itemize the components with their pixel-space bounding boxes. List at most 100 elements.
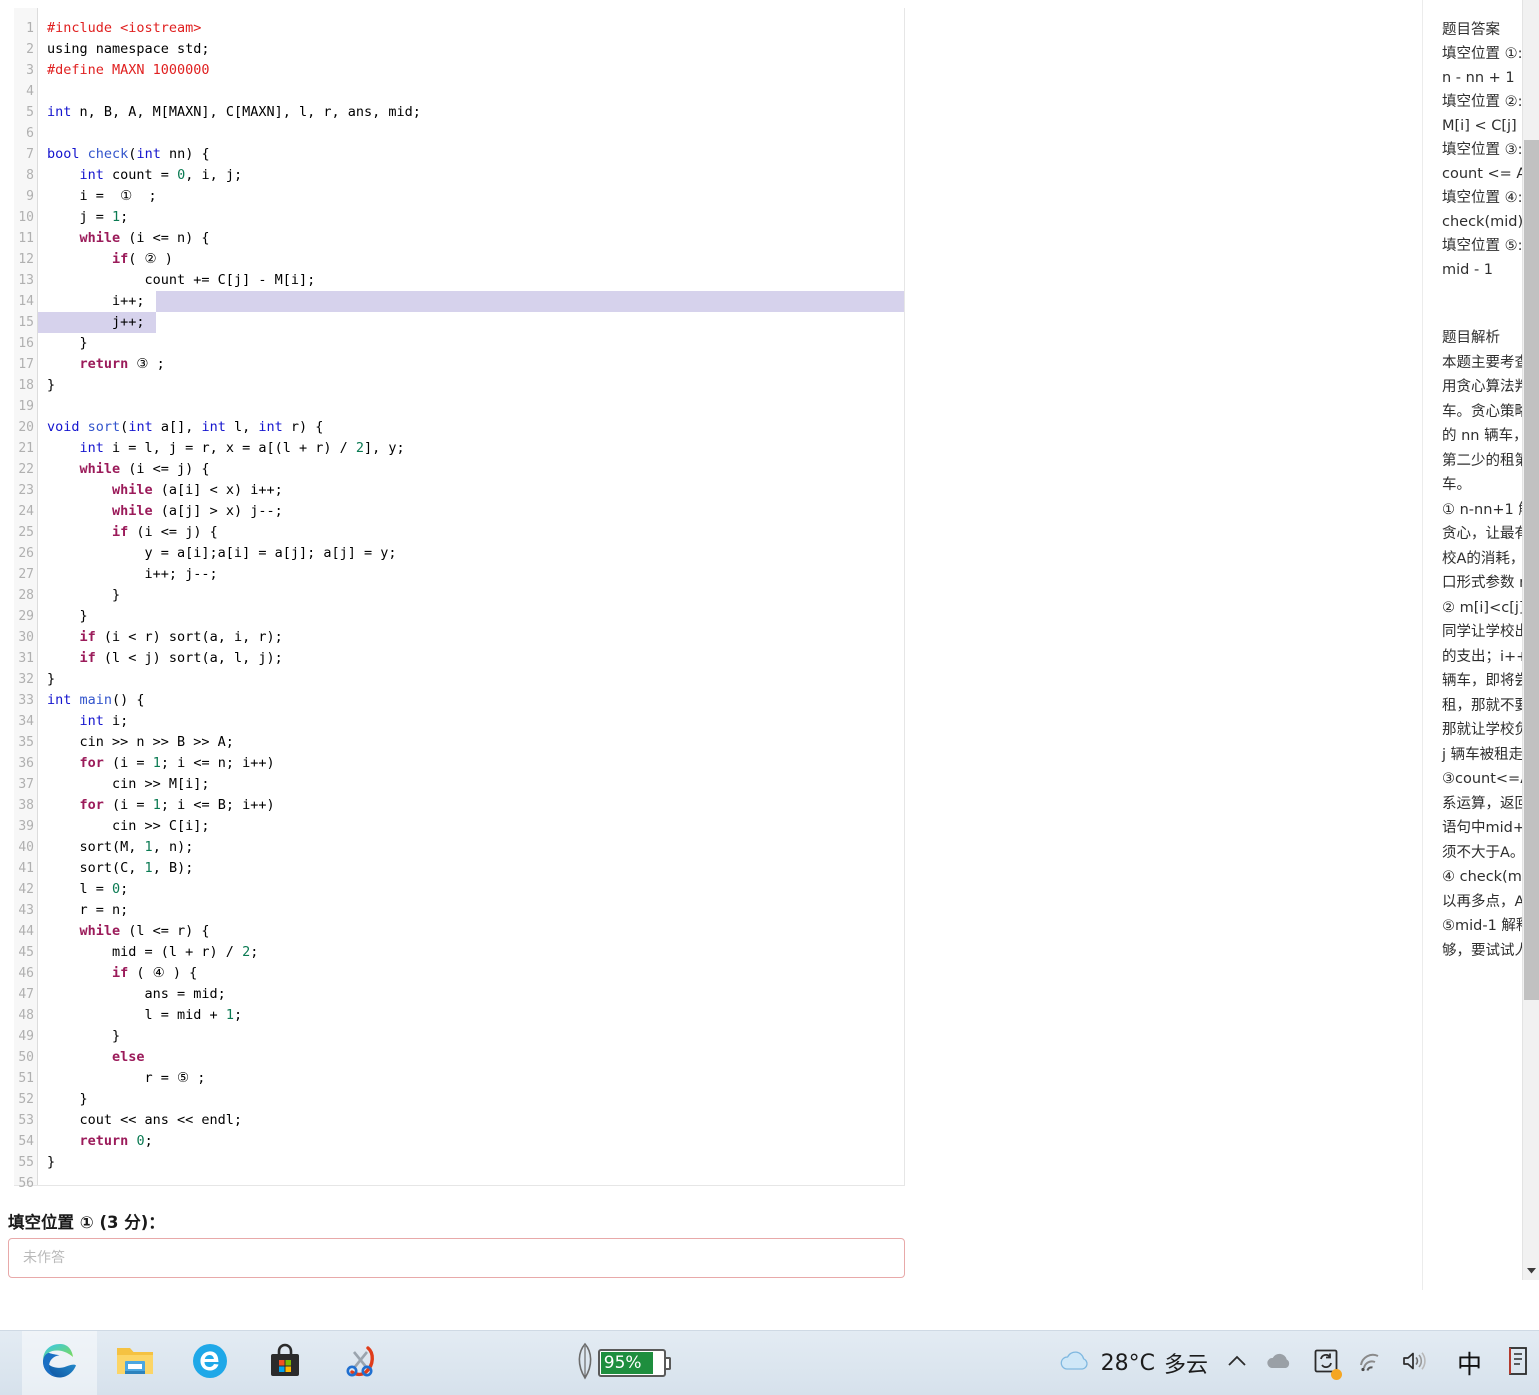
code-line[interactable]: }: [38, 606, 904, 627]
code-line[interactable]: #define MAXN 1000000: [38, 60, 904, 81]
code-line[interactable]: return 0;: [38, 1131, 904, 1152]
line-number: 36: [18, 756, 34, 771]
onedrive-tray-icon[interactable]: [1256, 1331, 1304, 1395]
battery-widget[interactable]: 95%: [574, 1341, 671, 1386]
line-number: 38: [18, 798, 34, 813]
code-line[interactable]: i++;: [38, 291, 904, 312]
answer-input[interactable]: [8, 1238, 905, 1278]
code-line[interactable]: while (i <= j) {: [38, 459, 904, 480]
ime-panel-button[interactable]: [1501, 1331, 1535, 1395]
code-line[interactable]: void sort(int a[], int l, int r) {: [38, 417, 904, 438]
code-line[interactable]: while (i <= n) {: [38, 228, 904, 249]
code-line[interactable]: while (a[i] < x) i++;: [38, 480, 904, 501]
code-line[interactable]: using namespace std;: [38, 39, 904, 60]
taskbar-app-file-explorer[interactable]: [97, 1331, 172, 1395]
code-line[interactable]: if (i < r) sort(a, i, r);: [38, 627, 904, 648]
code-line[interactable]: if (l < j) sort(a, l, j);: [38, 648, 904, 669]
line-number: 9: [26, 189, 34, 204]
battery-percent-label: 95%: [603, 1353, 642, 1373]
line-number: 55: [18, 1155, 34, 1170]
vertical-scrollbar[interactable]: [1522, 0, 1539, 1280]
ime-chinese-label: 中: [1456, 1350, 1482, 1379]
code-line[interactable]: r = ⑤ ;: [38, 1068, 904, 1089]
code-line[interactable]: cin >> C[i];: [38, 816, 904, 837]
scrollbar-thumb[interactable]: [1524, 140, 1539, 1000]
wifi-icon: [1357, 1350, 1383, 1377]
code-line[interactable]: [38, 396, 904, 417]
code-line[interactable]: [38, 81, 904, 102]
code-line[interactable]: l = 0;: [38, 879, 904, 900]
taskbar-app-microsoft-edge[interactable]: [22, 1330, 97, 1395]
chevron-up-icon: [1227, 1354, 1247, 1373]
line-number: 46: [18, 966, 34, 981]
line-number: 32: [18, 672, 34, 687]
code-line[interactable]: j++;: [38, 312, 904, 333]
code-line[interactable]: i++; j--;: [38, 564, 904, 585]
code-line[interactable]: j = 1;: [38, 207, 904, 228]
line-number-gutter: 1 2 3 4 5 6 7 8 9 10 11 12 13 14 15 16 17 18 19 20 21 22 23 24 2…: [14, 8, 38, 1191]
volume-tray-icon[interactable]: [1392, 1331, 1438, 1395]
code-line[interactable]: }: [38, 669, 904, 690]
line-number: 27: [18, 567, 34, 582]
code-line[interactable]: if( ② ): [38, 249, 904, 270]
weather-temperature: 28°C: [1100, 1350, 1155, 1376]
code-line[interactable]: count += C[j] - M[i];: [38, 270, 904, 291]
taskbar-app-browser-e[interactable]: [172, 1331, 247, 1395]
line-number: 2: [26, 42, 34, 57]
code-line[interactable]: bool check(int nn) {: [38, 144, 904, 165]
code-line[interactable]: cin >> n >> B >> A;: [38, 732, 904, 753]
code-line[interactable]: [38, 123, 904, 144]
code-line[interactable]: for (i = 1; i <= B; i++): [38, 795, 904, 816]
code-line[interactable]: l = mid + 1;: [38, 1005, 904, 1026]
code-line[interactable]: i = ① ;: [38, 186, 904, 207]
code-line[interactable]: }: [38, 333, 904, 354]
code-line[interactable]: ans = mid;: [38, 984, 904, 1005]
code-line[interactable]: else: [38, 1047, 904, 1068]
code-line[interactable]: }: [38, 1026, 904, 1047]
sync-notification-tray-icon[interactable]: [1304, 1331, 1348, 1395]
code-line[interactable]: while (l <= r) {: [38, 921, 904, 942]
code-line[interactable]: }: [38, 375, 904, 396]
line-number: 23: [18, 483, 34, 498]
code-line[interactable]: if ( ④ ) {: [38, 963, 904, 984]
code-line[interactable]: return ③ ;: [38, 354, 904, 375]
line-number: 35: [18, 735, 34, 750]
show-hidden-icons-button[interactable]: [1218, 1331, 1256, 1395]
sync-icon: [1313, 1348, 1342, 1380]
code-line[interactable]: }: [38, 585, 904, 606]
code-line[interactable]: y = a[i];a[i] = a[j]; a[j] = y;: [38, 543, 904, 564]
code-line[interactable]: mid = (l + r) / 2;: [38, 942, 904, 963]
code-line[interactable]: cin >> M[i];: [38, 774, 904, 795]
taskbar-app-microsoft-store[interactable]: [247, 1331, 322, 1395]
code-line[interactable]: cout << ans << endl;: [38, 1110, 904, 1131]
code-lines[interactable]: #include <iostream> using namespace std; #…: [38, 8, 904, 1185]
line-number: 53: [18, 1113, 34, 1128]
code-line[interactable]: }: [38, 1089, 904, 1110]
code-line[interactable]: if (i <= j) {: [38, 522, 904, 543]
cloud-icon: [1058, 1348, 1092, 1379]
code-line[interactable]: for (i = 1; i <= n; i++): [38, 753, 904, 774]
code-line[interactable]: int i = l, j = r, x = a[(l + r) / 2], y;: [38, 438, 904, 459]
leaf-icon: [574, 1341, 596, 1386]
network-tray-icon[interactable]: [1348, 1331, 1392, 1395]
code-line[interactable]: sort(C, 1, B);: [38, 858, 904, 879]
code-line[interactable]: while (a[j] > x) j--;: [38, 501, 904, 522]
code-line[interactable]: r = n;: [38, 900, 904, 921]
ime-mode-button[interactable]: 中: [1438, 1331, 1501, 1395]
code-line[interactable]: int n, B, A, M[MAXN], C[MAXN], l, r, ans…: [38, 102, 904, 123]
code-line[interactable]: [38, 1173, 904, 1185]
code-line[interactable]: sort(M, 1, n);: [38, 837, 904, 858]
weather-widget[interactable]: 28°C 多云: [1048, 1347, 1218, 1379]
line-number: 30: [18, 630, 34, 645]
code-line[interactable]: int count = 0, i, j;: [38, 165, 904, 186]
taskbar-app-snipping-tool[interactable]: [322, 1331, 397, 1395]
line-number: 56: [18, 1176, 34, 1191]
scroll-down-button[interactable]: [1523, 1262, 1539, 1280]
code-line[interactable]: #include <iostream>: [38, 18, 904, 39]
page-content: 1 2 3 4 5 6 7 8 9 10 11 12 13 14 15 16 17 18 19 20 21 22 23 24 2…: [0, 0, 1539, 1330]
code-editor[interactable]: 1 2 3 4 5 6 7 8 9 10 11 12 13 14 15 16 17 18 19 20 21 22 23 24 2…: [14, 8, 905, 1191]
code-line[interactable]: }: [38, 1152, 904, 1173]
code-line[interactable]: int i;: [38, 711, 904, 732]
taskbar: 95% 28°C 多云 中: [0, 1330, 1539, 1395]
code-line[interactable]: int main() {: [38, 690, 904, 711]
